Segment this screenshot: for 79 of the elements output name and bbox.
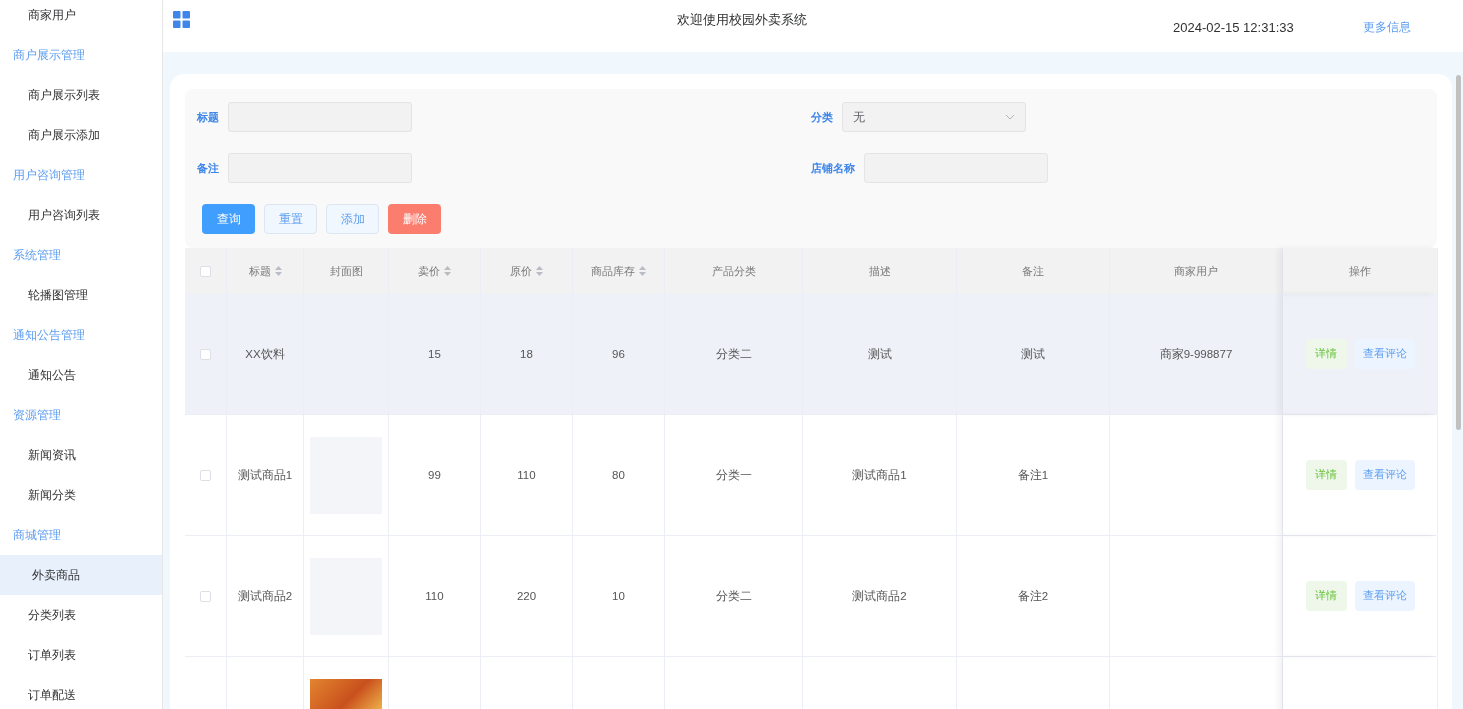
- column-header: 封面图: [329, 263, 363, 279]
- more-info-link[interactable]: 更多信息: [1363, 20, 1463, 35]
- sidebar-item[interactable]: 订单列表: [0, 635, 162, 675]
- sidebar-item[interactable]: 外卖商品: [0, 555, 162, 595]
- scrollbar[interactable]: [1456, 75, 1461, 430]
- sort-icon[interactable]: [444, 266, 451, 276]
- table-cell: 测试: [1021, 346, 1045, 362]
- table-cell: 测试: [867, 346, 892, 362]
- sidebar-item[interactable]: 商户展示列表: [0, 75, 162, 115]
- sort-icon[interactable]: [536, 266, 543, 276]
- table-cell: 分类二: [715, 346, 752, 362]
- sidebar-item[interactable]: 分类列表: [0, 595, 162, 635]
- danger-button[interactable]: 删除: [388, 204, 441, 234]
- table-cell: 备注2: [1017, 588, 1049, 604]
- view-reviews-button[interactable]: 查看评论: [1354, 339, 1415, 369]
- field-label: 分类: [811, 109, 833, 125]
- column-header[interactable]: 标题: [248, 263, 271, 279]
- sidebar-item[interactable]: 订单配送: [0, 675, 162, 709]
- column-header[interactable]: 商品库存: [591, 263, 635, 279]
- sidebar-group[interactable]: 用户咨询管理: [0, 155, 162, 195]
- plain-button[interactable]: 添加: [326, 204, 379, 234]
- sidebar-group[interactable]: 系统管理: [0, 235, 162, 275]
- table-cell: 商家9-998877: [1159, 346, 1233, 362]
- checkbox[interactable]: [200, 590, 211, 602]
- checkbox[interactable]: [200, 265, 211, 277]
- table-cell: 18: [520, 348, 533, 360]
- checkbox[interactable]: [200, 348, 211, 360]
- table-row[interactable]: 测试商品1 99 110 80 分类一 测试商品1 备注1 详情 查看评论: [185, 415, 1437, 536]
- table-cell: 10: [612, 590, 625, 602]
- sidebar-item[interactable]: 轮播图管理: [0, 275, 162, 315]
- column-header[interactable]: 原价: [510, 263, 532, 279]
- table-cell: 99: [428, 469, 441, 481]
- primary-button[interactable]: 查询: [202, 204, 255, 234]
- column-header: 操作: [1349, 263, 1371, 279]
- column-header: 产品分类: [711, 263, 756, 279]
- table-cell: 15: [428, 348, 441, 360]
- field-label: 店铺名称: [811, 160, 855, 176]
- table-cell: 测试商品1: [237, 467, 293, 483]
- sort-icon[interactable]: [274, 266, 282, 276]
- table-cell: 测试商品2: [237, 588, 293, 604]
- field-label: 备注: [197, 160, 219, 176]
- category-select[interactable]: 无: [842, 102, 1026, 132]
- table-cell: 分类一: [715, 467, 752, 483]
- table-row[interactable]: XX饮料 15 18 96 分类二 测试 测试 商家9-998877 详情 查看评论: [185, 294, 1437, 415]
- table-cell: XX饮料: [245, 346, 285, 362]
- column-header: 描述: [868, 263, 891, 279]
- field-label: 标题: [197, 109, 219, 125]
- sidebar-item[interactable]: 新闻资讯: [0, 435, 162, 475]
- sidebar-item[interactable]: 新闻分类: [0, 475, 162, 515]
- date-time: 2024-02-15 12:31:33: [1173, 20, 1295, 35]
- checkbox[interactable]: [200, 469, 211, 481]
- table-row[interactable]: 测试商品2 110 220 10 分类二 测试商品2 备注2 详情 查看评论: [185, 536, 1437, 657]
- table-cell: 备注1: [1017, 467, 1049, 483]
- table-cell: 96: [612, 348, 625, 360]
- table-cell: 分类二: [715, 588, 752, 604]
- sort-icon[interactable]: [639, 266, 646, 276]
- chevron-down-icon: [1005, 114, 1015, 120]
- table-cell: 80: [612, 469, 625, 481]
- app-title: 欢迎使用校园外卖系统: [675, 11, 808, 29]
- sidebar-item[interactable]: 通知公告: [0, 355, 162, 395]
- sidebar-item[interactable]: 商户展示添加: [0, 115, 162, 155]
- sidebar-group[interactable]: 商城管理: [0, 515, 162, 555]
- grid-menu-icon[interactable]: [173, 10, 190, 28]
- table-cell: 220: [516, 590, 537, 602]
- view-reviews-button[interactable]: 查看评论: [1354, 581, 1415, 611]
- table-cell: 测试商品2: [852, 588, 907, 604]
- sidebar-item[interactable]: 用户咨询列表: [0, 195, 162, 235]
- column-header: 备注: [1022, 263, 1044, 279]
- view-reviews-button[interactable]: 查看评论: [1354, 460, 1415, 490]
- sidebar-group[interactable]: 资源管理: [0, 395, 162, 435]
- table-cell: 110: [425, 590, 444, 602]
- sidebar-item[interactable]: 商家用户: [0, 0, 162, 35]
- sidebar-group[interactable]: 商户展示管理: [0, 35, 162, 75]
- column-header[interactable]: 卖价: [418, 263, 440, 279]
- table-cell: 测试商品1: [852, 467, 907, 483]
- plain-button[interactable]: 重置: [264, 204, 317, 234]
- table-cell: 110: [517, 469, 536, 481]
- sidebar-group[interactable]: 通知公告管理: [0, 315, 162, 355]
- column-header: 商家用户: [1174, 263, 1218, 279]
